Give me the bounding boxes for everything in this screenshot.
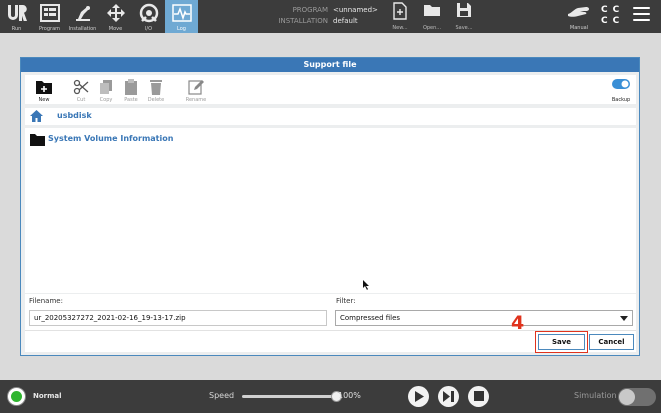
open-program-label: Open... bbox=[422, 25, 442, 31]
tab-program[interactable]: Program bbox=[33, 0, 66, 33]
mouse-cursor-icon bbox=[363, 280, 369, 290]
hand-icon bbox=[568, 7, 589, 17]
dialog-title: Support file bbox=[21, 58, 639, 72]
hamburger-menu-icon[interactable] bbox=[633, 7, 650, 25]
floppy-disk-icon bbox=[457, 3, 471, 17]
file-name: System Volume Information bbox=[48, 134, 174, 143]
robot-status-led-icon[interactable] bbox=[7, 387, 26, 406]
filter-value: Compressed files bbox=[340, 314, 401, 322]
stop-icon bbox=[473, 391, 484, 401]
new-program-button[interactable]: New... bbox=[387, 2, 413, 32]
io-icon bbox=[139, 3, 158, 23]
new-folder-button[interactable]: New bbox=[31, 75, 57, 104]
save-options-panel: Filename: ur_20205327272_2021-02-16_19-1… bbox=[25, 294, 636, 353]
rename-label: Rename bbox=[185, 97, 207, 103]
current-path[interactable]: usbdisk bbox=[57, 111, 92, 120]
tab-log-label: Log bbox=[177, 26, 186, 32]
tab-installation[interactable]: Installation bbox=[66, 0, 99, 33]
save-program-label: Save... bbox=[455, 25, 473, 31]
list-item[interactable]: System Volume Information bbox=[30, 133, 330, 147]
filename-input[interactable]: ur_20205327272_2021-02-16_19-13-17.zip bbox=[29, 310, 327, 326]
play-button[interactable] bbox=[408, 386, 429, 407]
manual-mode-label: Manual bbox=[569, 25, 589, 31]
backup-label: Backup bbox=[611, 97, 631, 103]
tab-io[interactable]: I/O bbox=[132, 0, 165, 33]
c-indicator: C bbox=[612, 5, 625, 15]
new-program-label: New... bbox=[392, 25, 408, 31]
delete-label: Delete bbox=[147, 97, 165, 103]
speed-value: 100% bbox=[338, 391, 361, 400]
log-icon bbox=[171, 4, 192, 22]
top-bar: Run Program Installation Move I/O Log PR… bbox=[0, 0, 661, 33]
scissors-icon bbox=[73, 79, 89, 95]
trash-icon bbox=[150, 80, 162, 95]
folder-icon bbox=[30, 134, 45, 146]
path-bar: usbdisk bbox=[25, 108, 636, 125]
chevron-down-icon bbox=[620, 316, 628, 321]
program-installation-labels: PROGRAM INSTALLATION bbox=[258, 5, 328, 27]
backup-toggle-icon bbox=[612, 79, 630, 89]
new-folder-label: New bbox=[38, 97, 50, 103]
copy-icon bbox=[100, 80, 112, 94]
tab-move[interactable]: Move bbox=[99, 0, 132, 33]
tab-log[interactable]: Log bbox=[165, 0, 198, 33]
step-button[interactable] bbox=[438, 386, 459, 407]
speed-label: Speed bbox=[209, 391, 235, 400]
step-number-annotation: 4 bbox=[511, 312, 525, 334]
save-program-button[interactable]: Save... bbox=[451, 2, 477, 32]
speed-slider-track[interactable] bbox=[242, 395, 337, 398]
manual-mode-button[interactable]: Manual bbox=[562, 2, 596, 32]
support-file-dialog: Support file New Cut Copy Paste Delete R… bbox=[20, 57, 640, 356]
clipboard-icon bbox=[125, 79, 137, 95]
play-icon bbox=[415, 391, 424, 402]
backup-toggle[interactable]: Backup bbox=[608, 75, 634, 104]
open-program-button[interactable]: Open... bbox=[419, 2, 445, 32]
ur-logo-icon bbox=[7, 5, 27, 21]
step-forward-icon bbox=[443, 391, 454, 402]
c-indicator: C bbox=[612, 16, 625, 26]
tab-move-label: Move bbox=[108, 26, 123, 32]
new-file-icon bbox=[393, 2, 407, 20]
c-indicator: C bbox=[601, 5, 613, 15]
program-name: <unnamed> bbox=[333, 6, 378, 14]
simulation-toggle[interactable] bbox=[618, 388, 656, 406]
pencil-edit-icon bbox=[188, 80, 204, 95]
program-label: PROGRAM bbox=[292, 6, 328, 14]
delete-button[interactable]: Delete bbox=[143, 75, 169, 104]
filter-label: Filter: bbox=[336, 297, 356, 305]
stop-button[interactable] bbox=[468, 386, 489, 407]
save-button[interactable]: Save bbox=[538, 334, 585, 350]
tab-io-label: I/O bbox=[144, 26, 153, 32]
cancel-button[interactable]: Cancel bbox=[589, 334, 634, 350]
move-icon bbox=[106, 4, 125, 22]
file-toolbar: New Cut Copy Paste Delete Rename Backup bbox=[25, 75, 636, 104]
status-bar: Normal Speed 100% Simulation bbox=[0, 380, 661, 413]
tab-installation-label: Installation bbox=[68, 26, 97, 32]
filename-label: Filename: bbox=[29, 297, 63, 305]
c-indicator: C bbox=[601, 16, 613, 26]
new-folder-icon bbox=[36, 81, 52, 94]
program-installation-values: <unnamed> default bbox=[333, 5, 378, 27]
tab-run[interactable]: Run bbox=[0, 0, 33, 33]
home-icon[interactable] bbox=[30, 110, 43, 122]
tab-run-label: Run bbox=[11, 26, 22, 32]
installation-icon bbox=[75, 6, 90, 21]
robot-mode-label: Normal bbox=[33, 392, 62, 400]
control-mode-indicator[interactable]: CC CC bbox=[601, 5, 623, 27]
rename-button[interactable]: Rename bbox=[183, 75, 209, 104]
tab-program-label: Program bbox=[38, 26, 61, 32]
file-list: System Volume Information bbox=[25, 128, 636, 293]
program-icon bbox=[39, 4, 60, 22]
simulation-label: Simulation bbox=[574, 391, 617, 400]
folder-open-icon bbox=[424, 5, 440, 16]
installation-label: INSTALLATION bbox=[278, 17, 328, 25]
filter-select[interactable]: Compressed files bbox=[335, 310, 633, 326]
installation-name: default bbox=[333, 17, 358, 25]
